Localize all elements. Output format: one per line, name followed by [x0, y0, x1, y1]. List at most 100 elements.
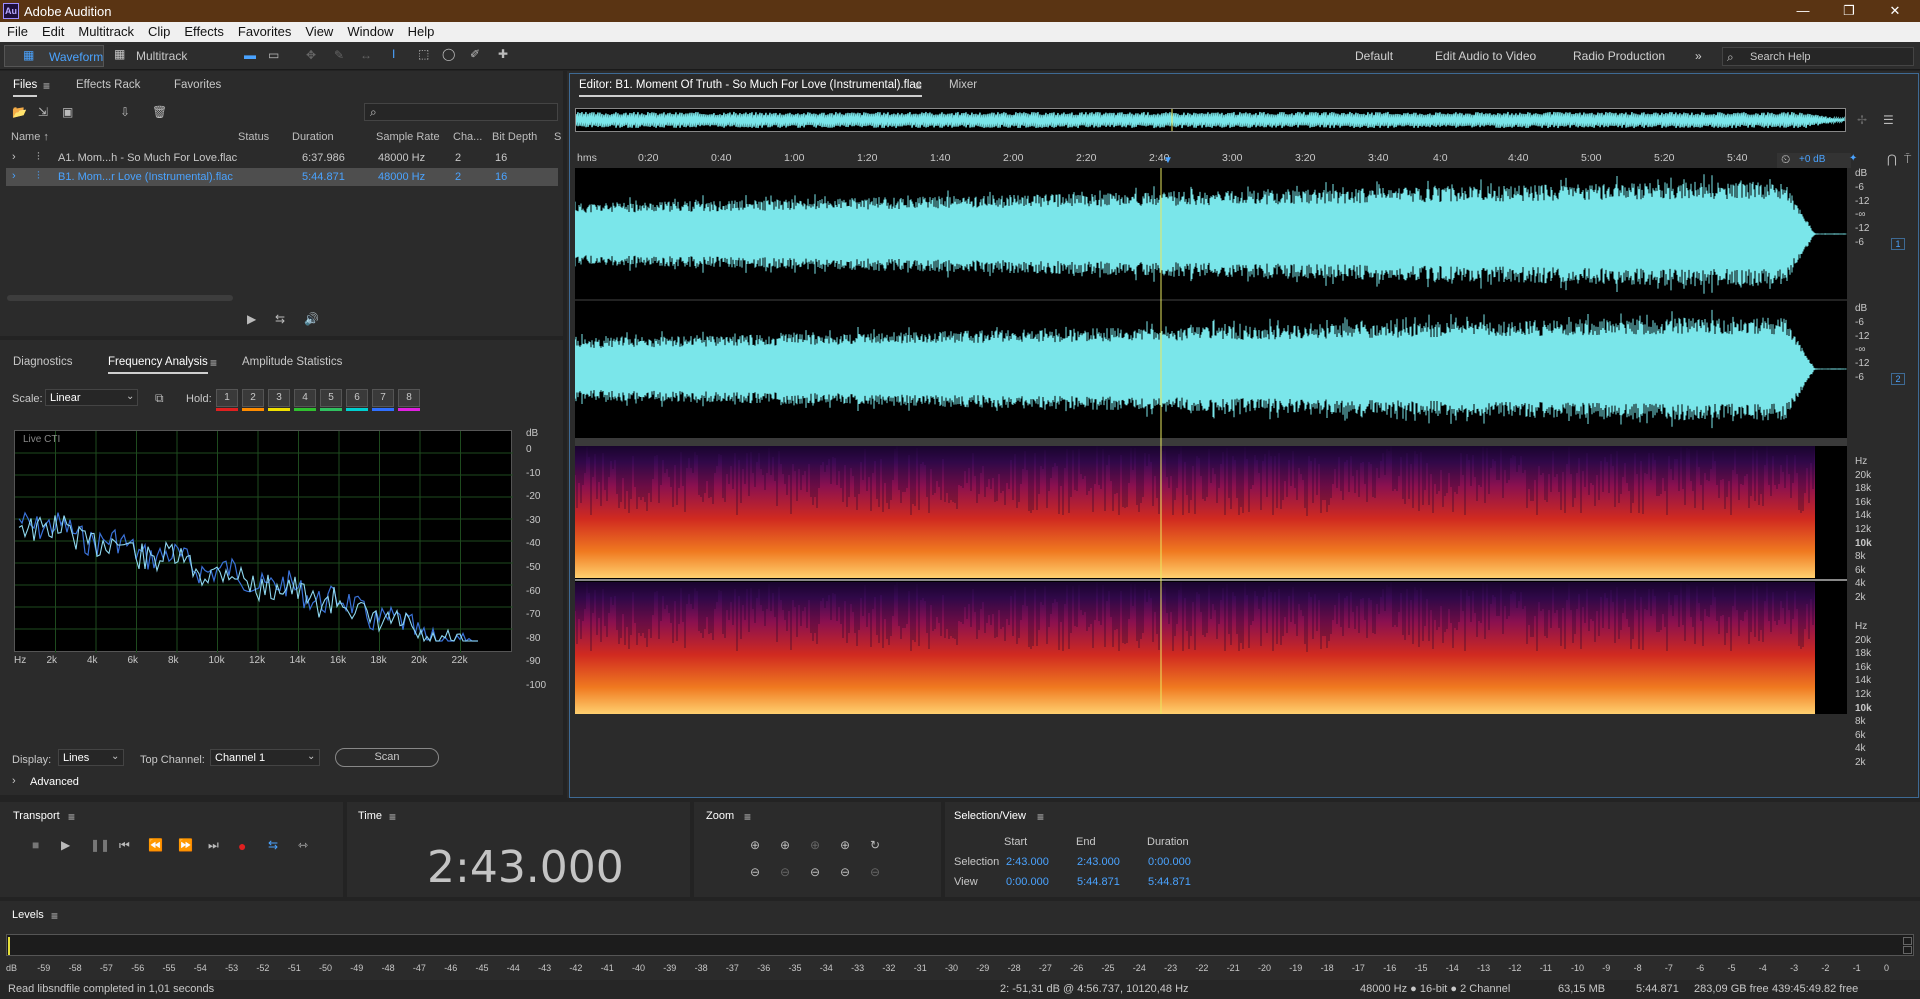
brush-tool-icon[interactable]: ✐	[470, 47, 480, 61]
menu-effects[interactable]: Effects	[177, 22, 231, 39]
menu-favorites[interactable]: Favorites	[231, 22, 298, 39]
file-row-selected[interactable]: › ⫶ B1. Mom...r Love (Instrumental).flac…	[6, 168, 558, 186]
display-dropdown[interactable]: Lines ⌄	[58, 749, 124, 766]
hold-button-3[interactable]: 3	[268, 389, 290, 407]
channel2-badge[interactable]: 2	[1891, 373, 1905, 385]
menu-window[interactable]: Window	[340, 22, 400, 39]
workspace-radio-production[interactable]: Radio Production	[1573, 49, 1665, 63]
new-file-icon[interactable]: ▣	[62, 105, 73, 119]
tab-diagnostics[interactable]: Diagnostics	[13, 356, 72, 368]
view-start[interactable]: 0:00.000	[1006, 876, 1049, 888]
loop-preview-icon[interactable]: ⇆	[275, 312, 285, 326]
search-help-field[interactable]: ⌕ Search Help	[1722, 47, 1914, 66]
zoom-to-selection-icon[interactable]: ⊕	[810, 838, 820, 852]
copy-icon[interactable]: ⧉	[155, 391, 164, 406]
time-selection-tool-icon[interactable]: I	[392, 47, 395, 61]
col-sample-rate[interactable]: Sample Rate	[376, 131, 440, 143]
panel-menu-icon[interactable]: ≡	[1037, 810, 1044, 824]
panel-menu-icon[interactable]: ≡	[51, 909, 58, 923]
col-channels[interactable]: Cha...	[453, 131, 482, 143]
expand-chevron-icon[interactable]: ›	[12, 170, 16, 182]
tab-mixer[interactable]: Mixer	[949, 79, 977, 91]
selection-end[interactable]: 2:43.000	[1077, 856, 1120, 868]
expand-chevron-icon[interactable]: ›	[12, 775, 16, 787]
zoom-reset-icon[interactable]: ↻	[870, 838, 880, 852]
hold-button-5[interactable]: 5	[320, 389, 342, 407]
open-file-icon[interactable]: 📂	[12, 105, 27, 119]
tab-frequency-analysis[interactable]: Frequency Analysis	[108, 356, 208, 374]
channel1-badge[interactable]: 1	[1891, 238, 1905, 250]
overview-navigator[interactable]	[575, 108, 1846, 132]
col-duration[interactable]: Duration	[292, 131, 334, 143]
zoom-out-amplitude-icon[interactable]: ⊖	[750, 865, 760, 879]
zoom-in-overview-icon[interactable]: ✢	[1857, 113, 1867, 127]
loop-icon[interactable]: ⇆	[268, 838, 278, 852]
files-search-input[interactable]: ⌕	[364, 103, 558, 121]
scale-dropdown[interactable]: Linear ⌄	[45, 389, 138, 406]
record-icon[interactable]: ●	[238, 838, 246, 854]
marquee-tool-icon[interactable]: ⬚	[418, 47, 429, 61]
selection-start[interactable]: 2:43.000	[1006, 856, 1049, 868]
menu-help[interactable]: Help	[401, 22, 442, 39]
workspace-default[interactable]: Default	[1355, 49, 1393, 63]
panel-menu-icon[interactable]: ≡	[210, 356, 217, 370]
tab-favorites[interactable]: Favorites	[174, 79, 221, 91]
menu-clip[interactable]: Clip	[141, 22, 177, 39]
zoom-out-full-icon[interactable]: ⊖	[810, 865, 820, 879]
zoom-in-time-icon[interactable]: ⊕	[780, 838, 790, 852]
view-duration[interactable]: 5:44.871	[1148, 876, 1191, 888]
restore-button[interactable]: ❐	[1826, 0, 1872, 22]
panel-menu-icon[interactable]: ≡	[915, 79, 922, 93]
panel-menu-icon[interactable]: ≡	[744, 810, 751, 824]
hold-button-1[interactable]: 1	[216, 389, 238, 407]
menu-file[interactable]: File	[0, 22, 35, 39]
file-row[interactable]: › ⫶ A1. Mom...h - So Much For Love.flac …	[6, 149, 558, 167]
zoom-in-point-icon[interactable]: ⊕	[840, 838, 850, 852]
col-source[interactable]: S	[554, 131, 561, 143]
pause-icon[interactable]: ❚❚	[90, 838, 110, 852]
clip-indicator-top[interactable]	[1903, 937, 1912, 945]
knob-icon[interactable]: ⏲	[1781, 152, 1790, 167]
zoom-in-amplitude-icon[interactable]: ⊕	[750, 838, 760, 852]
panel-menu-icon[interactable]: ≡	[43, 79, 50, 93]
more-workspaces-icon[interactable]: »	[1695, 49, 1702, 63]
insert-multitrack-icon[interactable]: ⇩	[120, 105, 130, 119]
pitch-display-icon[interactable]: ▭	[268, 48, 279, 62]
hold-button-4[interactable]: 4	[294, 389, 316, 407]
tab-files[interactable]: Files	[13, 79, 38, 97]
import-file-icon[interactable]: ⇲	[38, 105, 48, 119]
pin-icon[interactable]: ✦	[1849, 153, 1857, 164]
col-bit-depth[interactable]: Bit Depth	[492, 131, 537, 143]
play-preview-icon[interactable]: ▶	[247, 312, 256, 326]
zoom-out-time-icon[interactable]: ⊖	[780, 865, 790, 879]
menu-edit[interactable]: Edit	[35, 22, 71, 39]
horizontal-scrollbar[interactable]	[7, 295, 233, 301]
menu-multitrack[interactable]: Multitrack	[71, 22, 141, 39]
razor-tool-icon[interactable]: ✎	[334, 48, 344, 62]
spot-healing-tool-icon[interactable]: ✚	[498, 47, 508, 61]
skip-selection-icon[interactable]: ⇿	[298, 838, 308, 852]
spectral-display-icon[interactable]: ▬	[244, 48, 256, 62]
time-ruler[interactable]: hms 0:20 0:40 1:00 1:20 1:40 2:00 2:20 2:40 3:00 3…	[575, 149, 1847, 167]
top-channel-dropdown[interactable]: Channel 1 ⌄	[210, 749, 320, 766]
clip-indicator-bottom[interactable]	[1903, 946, 1912, 954]
next-icon[interactable]: ⏭	[208, 838, 219, 853]
move-tool-icon[interactable]: ✥	[306, 48, 316, 62]
panel-menu-icon[interactable]: ≡	[68, 810, 75, 824]
waveform-view-button[interactable]: ▦ Waveform	[4, 45, 104, 67]
close-button[interactable]: ✕	[1872, 0, 1918, 22]
hold-button-8[interactable]: 8	[398, 389, 420, 407]
snap-icon[interactable]: ⋂	[1887, 152, 1897, 166]
fast-forward-icon[interactable]: ⏩	[178, 838, 193, 852]
workspace-edit-audio-video[interactable]: Edit Audio to Video	[1435, 49, 1536, 63]
auto-play-icon[interactable]: 🔊	[304, 312, 319, 326]
delete-icon[interactable]: 🗑	[152, 105, 167, 119]
zoom-out-point-icon[interactable]: ⊖	[870, 865, 880, 879]
tab-editor[interactable]: Editor: B1. Moment Of Truth - So Much Fo…	[579, 79, 922, 97]
stop-icon[interactable]: ■	[32, 838, 39, 852]
multitrack-view-button[interactable]: ▦ Multitrack	[112, 45, 202, 67]
slip-tool-icon[interactable]: ↔	[360, 48, 372, 62]
zoom-out-selection-icon[interactable]: ⊖	[840, 865, 850, 879]
panel-menu-icon[interactable]: ≡	[389, 810, 396, 824]
marker-icon[interactable]: ⍑	[1904, 152, 1911, 167]
